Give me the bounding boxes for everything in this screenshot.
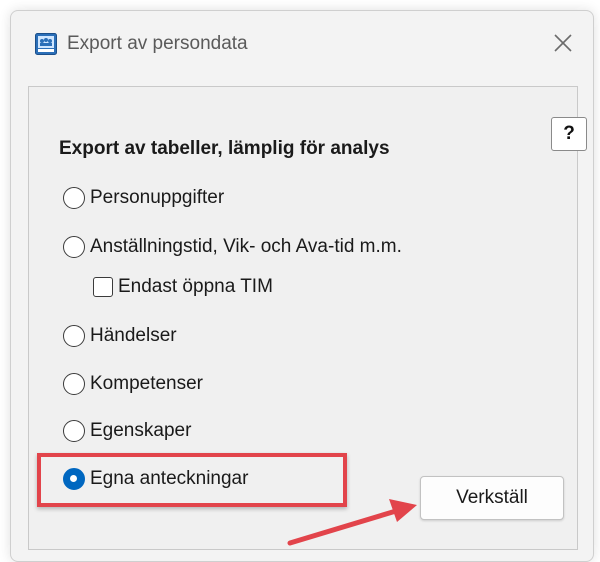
option-egenskaper[interactable]: Egenskaper [63,420,191,442]
title-bar: Export av persondata [11,11,593,75]
help-button[interactable]: ? [551,117,587,151]
radio-personuppgifter[interactable] [63,187,85,209]
option-label: Personuppgifter [90,187,225,208]
option-label: Kompetenser [90,373,204,394]
option-label: Händelser [90,325,177,346]
option-label: Anställningstid, Vik- och Ava-tid m.m. [90,236,402,257]
annotation-highlight-box [37,453,347,507]
checkbox-endast-oppna-tim[interactable]: Endast öppna TIM [93,276,273,298]
radio-egenskaper[interactable] [63,420,85,442]
close-icon[interactable] [549,29,577,57]
export-dialog-window: Export av persondata ? Export av tabelle… [10,10,594,562]
option-kompetenser[interactable]: Kompetenser [63,373,203,395]
section-heading: Export av tabeller, lämplig för analys [59,138,390,159]
option-handelser[interactable]: Händelser [63,325,177,347]
checkbox-label: Endast öppna TIM [118,276,273,297]
option-personuppgifter[interactable]: Personuppgifter [63,187,224,209]
checkbox-box[interactable] [93,277,113,297]
people-chart-icon [35,33,57,55]
apply-button[interactable]: Verkställ [420,476,564,520]
window-title: Export av persondata [67,33,248,54]
radio-handelser[interactable] [63,325,85,347]
radio-anstallningstid[interactable] [63,236,85,258]
option-anstallningstid[interactable]: Anställningstid, Vik- och Ava-tid m.m. [63,236,402,258]
option-label: Egenskaper [90,420,192,441]
radio-kompetenser[interactable] [63,373,85,395]
export-panel: ? Export av tabeller, lämplig för analys… [28,86,587,550]
